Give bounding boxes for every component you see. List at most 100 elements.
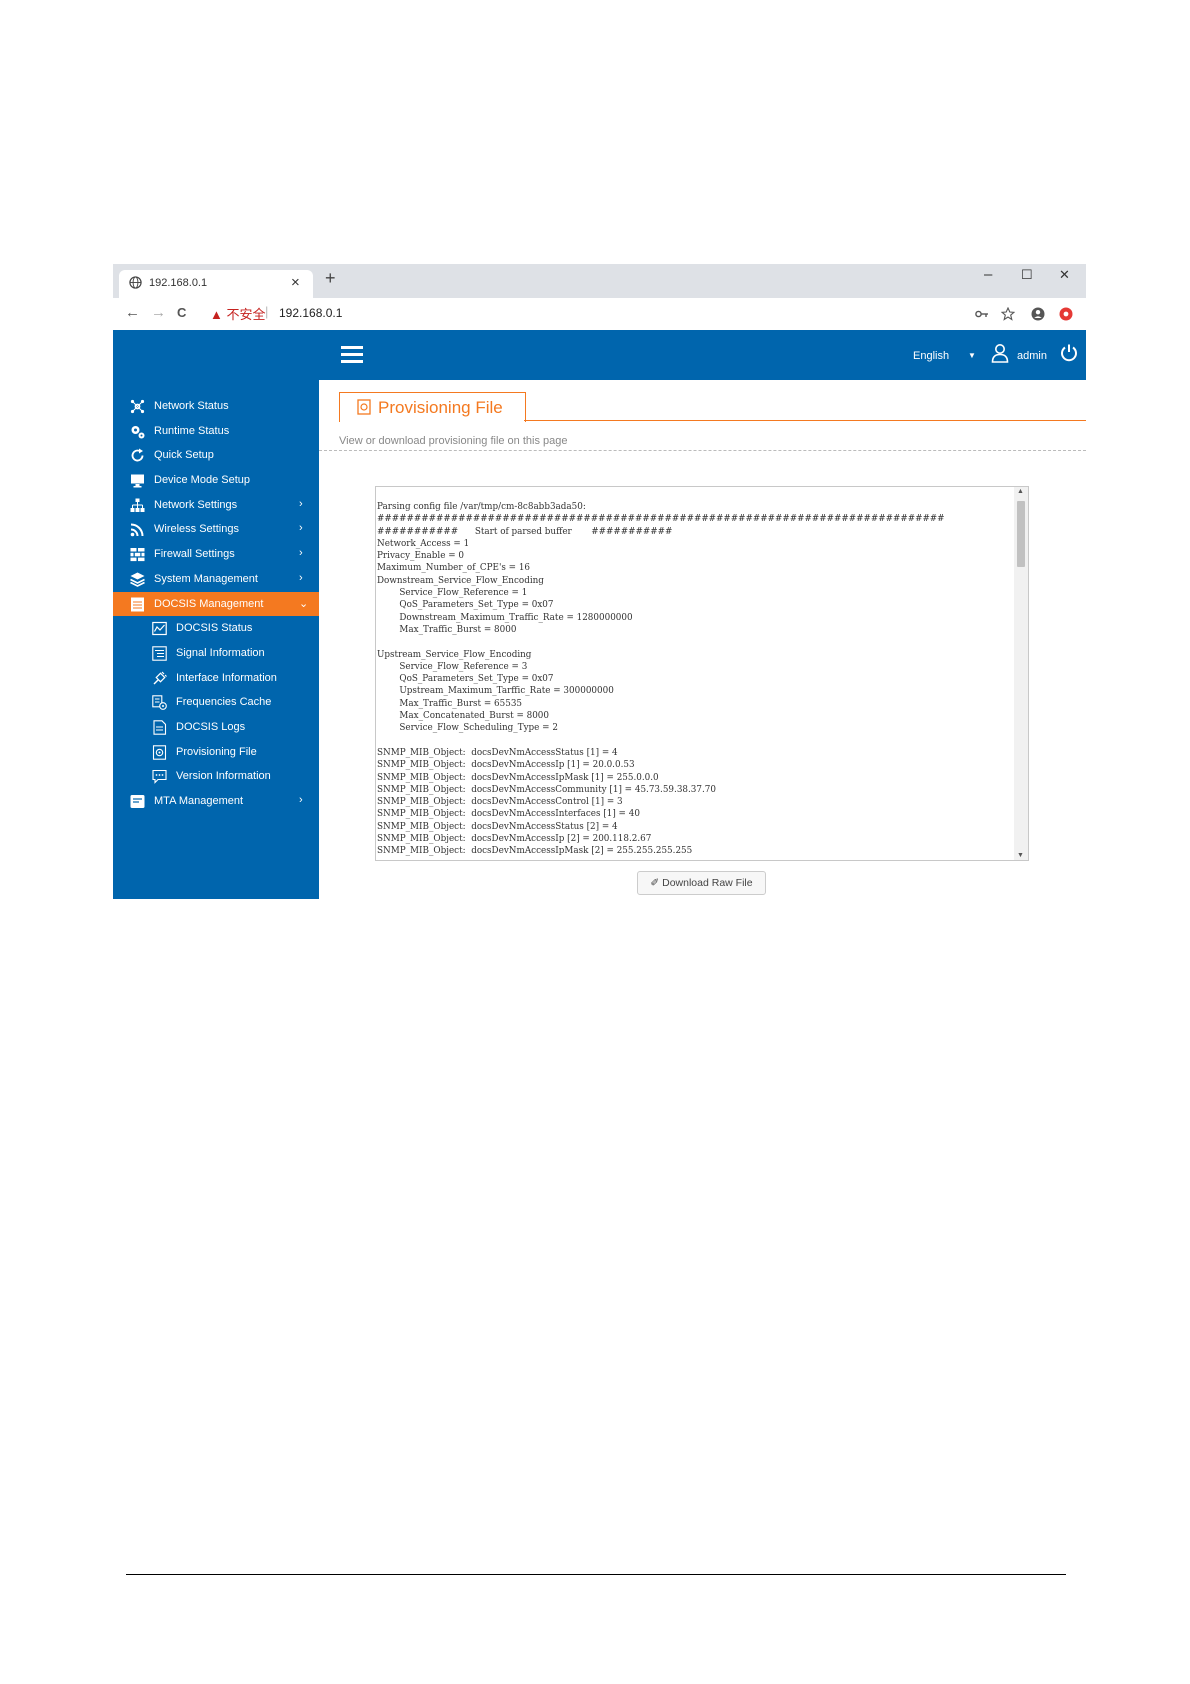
plug-icon (153, 671, 167, 685)
scrollbar[interactable]: ▲ ▼ (1014, 487, 1028, 860)
main-content: Provisioning File View or download provi… (319, 380, 1086, 899)
back-button[interactable]: ← (125, 304, 140, 321)
new-tab-button[interactable]: + (325, 268, 336, 289)
sidebar-item-label: Network Settings (154, 498, 238, 511)
power-icon[interactable] (1059, 343, 1079, 363)
browser-tab[interactable]: 192.168.0.1 × (119, 270, 313, 298)
chevron-icon: › (299, 497, 303, 510)
url-field[interactable]: 192.168.0.1 (279, 306, 342, 320)
user-icon (991, 344, 1009, 363)
reload-button[interactable]: C (177, 305, 186, 320)
scrollbar-thumb[interactable] (1017, 501, 1025, 567)
layers-icon (130, 572, 145, 587)
sidebar-item-system-management[interactable]: System Management › (113, 567, 319, 592)
chevron-icon: ⌄ (299, 597, 309, 610)
title-underline (524, 420, 1086, 421)
sidebar-item-label: MTA Management (154, 795, 244, 807)
minimize-button[interactable]: – (984, 266, 992, 283)
chart-icon (152, 622, 167, 636)
star-icon[interactable] (1001, 307, 1015, 321)
browser-window: 192.168.0.1 × + – ☐ ✕ ← → C ▲ 不安全 | 192.… (113, 264, 1086, 899)
page-tab: Provisioning File (339, 392, 526, 422)
sidebar-item-label: Version Information (176, 770, 271, 783)
file-icon (357, 399, 371, 415)
close-window-button[interactable]: ✕ (1059, 267, 1070, 283)
sidebar-item-provisioning-file[interactable]: Provisioning File (113, 740, 319, 765)
router-app: English ▼ admin Network Status Runtime St… (113, 330, 1086, 899)
language-select[interactable]: English (913, 350, 949, 362)
sidebar-item-label: DOCSIS Status (176, 622, 253, 635)
address-separator: | (265, 304, 269, 319)
download-raw-file-button[interactable]: ✐ Download Raw File (637, 871, 766, 895)
sidebar-item-signal-information[interactable]: Signal Information (113, 641, 319, 666)
sidebar-item-docsis-logs[interactable]: DOCSIS Logs (113, 715, 319, 740)
caret-down-icon[interactable]: ▼ (968, 351, 976, 360)
chevron-icon: › (299, 794, 303, 806)
sidebar-item-version-information[interactable]: Version Information (113, 764, 319, 789)
sidebar-item-firewall-settings[interactable]: Firewall Settings › (113, 542, 319, 567)
sidebar-item-label: Interface Information (176, 671, 277, 684)
sidebar: Network Status Runtime Status Quick Setup D… (113, 380, 319, 899)
sidebar-item-wireless-settings[interactable]: Wireless Settings › (113, 517, 319, 542)
monitor-icon (131, 474, 144, 488)
sidebar-item-label: DOCSIS Logs (176, 720, 246, 733)
sidebar-item-label: Quick Setup (154, 449, 214, 462)
tab-bar: 192.168.0.1 × + – ☐ ✕ (113, 264, 1086, 298)
chevron-icon: › (299, 571, 303, 584)
sidebar-item-label: Frequencies Cache (176, 696, 272, 709)
docsis-icon (131, 597, 144, 611)
sitemap-icon (130, 498, 145, 512)
security-warning[interactable]: ▲ 不安全 (210, 304, 265, 323)
page-description: View or download provisioning file on th… (339, 435, 568, 447)
key-icon[interactable] (975, 309, 989, 319)
globe-icon (129, 276, 142, 289)
list-icon (152, 646, 167, 661)
sidebar-item-network-settings[interactable]: Network Settings › (113, 493, 319, 518)
phone-icon (130, 795, 145, 808)
sidebar-item-label: Device Mode Setup (154, 474, 250, 487)
profile-icon[interactable] (1031, 307, 1045, 321)
forward-button[interactable]: → (151, 304, 166, 321)
maximize-button[interactable]: ☐ (1021, 267, 1033, 283)
menu-toggle-icon[interactable] (341, 346, 363, 364)
sidebar-item-docsis-status[interactable]: DOCSIS Status (113, 616, 319, 641)
sidebar-item-label: Firewall Settings (154, 548, 235, 561)
chevron-icon: › (299, 547, 303, 560)
sidebar-item-label: DOCSIS Management (154, 597, 264, 610)
sidebar-item-label: Runtime Status (154, 424, 230, 437)
sidebar-item-interface-information[interactable]: Interface Information (113, 666, 319, 691)
page-title: Provisioning File (378, 398, 503, 417)
file-icon (152, 744, 167, 760)
sidebar-item-mta-management[interactable]: MTA Management › (113, 789, 319, 814)
divider (319, 450, 1086, 451)
wifi-icon (130, 523, 144, 537)
address-bar: ← → C ▲ 不安全 | 192.168.0.1 (113, 298, 1086, 331)
extension-icon[interactable] (1059, 307, 1073, 321)
tab-title: 192.168.0.1 (149, 277, 208, 289)
chevron-icon: › (299, 522, 303, 535)
config-text: Parsing config file /var/tmp/cm-8c8abb3a… (377, 502, 945, 857)
gears-icon (131, 425, 145, 439)
scroll-down-icon[interactable]: ▼ (1017, 852, 1024, 859)
log-icon (153, 720, 167, 735)
sidebar-menu: Network Status Runtime Status Quick Setup D… (113, 394, 319, 814)
sidebar-item-quick-setup[interactable]: Quick Setup (113, 443, 319, 468)
top-header: English ▼ admin (113, 330, 1086, 380)
tab-close-icon[interactable]: × (291, 274, 300, 291)
sidebar-item-runtime-status[interactable]: Runtime Status (113, 419, 319, 444)
scroll-up-icon[interactable]: ▲ (1017, 488, 1024, 495)
sidebar-item-docsis-management[interactable]: DOCSIS Management ⌄ (113, 591, 319, 617)
sidebar-item-label: System Management (154, 572, 258, 585)
firewall-icon (130, 548, 145, 562)
sidebar-item-label: Provisioning File (176, 745, 257, 758)
sidebar-item-label: Wireless Settings (154, 523, 239, 536)
config-textarea[interactable]: Parsing config file /var/tmp/cm-8c8abb3a… (375, 486, 1029, 861)
cache-icon (152, 695, 167, 711)
sidebar-item-label: Signal Information (176, 646, 265, 659)
sidebar-item-frequencies-cache[interactable]: Frequencies Cache (113, 690, 319, 715)
chat-icon (152, 770, 167, 785)
username: admin (1017, 350, 1047, 362)
sidebar-item-device-mode-setup[interactable]: Device Mode Setup (113, 468, 319, 493)
network-icon (130, 399, 145, 414)
sidebar-item-network-status[interactable]: Network Status (113, 394, 319, 419)
